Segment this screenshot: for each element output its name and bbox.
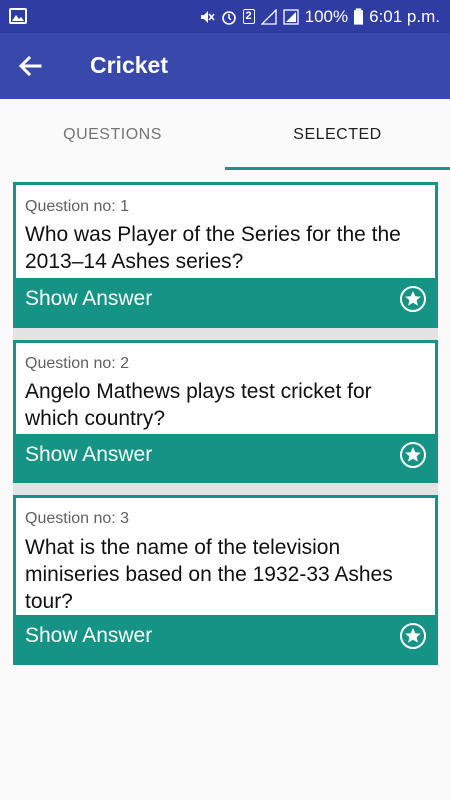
arrow-left-icon[interactable] xyxy=(14,50,46,82)
question-card: Question no: 3 What is the name of the t… xyxy=(13,495,438,665)
show-answer-button[interactable]: Show Answer xyxy=(25,624,152,648)
mute-icon xyxy=(200,10,215,23)
app-bar: Cricket xyxy=(0,33,450,99)
tab-questions[interactable]: QUESTIONS xyxy=(0,99,225,170)
show-answer-button[interactable]: Show Answer xyxy=(25,443,152,467)
sim-indicator: 2 xyxy=(242,9,255,24)
card-footer: Show Answer xyxy=(16,615,435,662)
page-title: Cricket xyxy=(90,52,168,78)
signal-icon-2 xyxy=(282,8,299,25)
status-icons: 2 100% 6:01 p.m. xyxy=(199,0,440,33)
question-number: Question no: 1 xyxy=(25,198,130,215)
alarm-icon xyxy=(221,10,236,25)
image-notification-icon xyxy=(9,8,27,24)
battery-percent: 100% xyxy=(304,6,349,26)
status-bar: 2 100% 6:01 p.m. xyxy=(0,0,450,33)
question-card: Question no: 2 Angelo Mathews plays test… xyxy=(13,340,438,483)
tab-selected[interactable]: SELECTED xyxy=(225,99,450,170)
star-circle-icon[interactable] xyxy=(399,622,427,650)
tab-indicator xyxy=(225,167,450,170)
question-text: Who was Player of the Series for the the… xyxy=(25,223,401,273)
question-card: Question no: 1 Who was Player of the Ser… xyxy=(13,182,438,328)
question-number: Question no: 2 xyxy=(25,355,130,372)
star-circle-icon[interactable] xyxy=(399,285,427,313)
card-divider xyxy=(13,483,438,495)
status-time: 6:01 p.m. xyxy=(369,6,440,26)
question-number: Question no: 3 xyxy=(25,510,130,527)
card-divider xyxy=(13,328,438,340)
signal-icon xyxy=(260,8,277,25)
card-footer: Show Answer xyxy=(16,434,435,480)
question-text: Angelo Mathews plays test cricket for wh… xyxy=(25,380,372,430)
show-answer-button[interactable]: Show Answer xyxy=(25,287,152,311)
question-text: What is the name of the television minis… xyxy=(25,536,393,613)
battery-icon xyxy=(354,8,364,25)
tab-bar: QUESTIONS SELECTED xyxy=(0,99,450,170)
card-footer: Show Answer xyxy=(16,278,435,325)
star-circle-icon[interactable] xyxy=(399,441,427,469)
